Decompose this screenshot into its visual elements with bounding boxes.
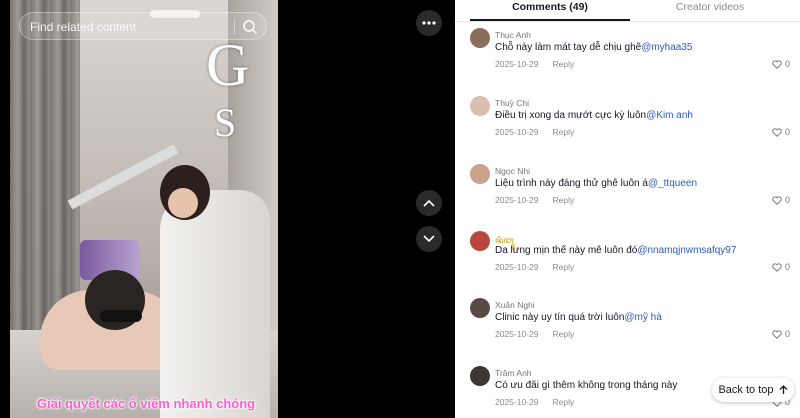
logo-letter: S [214, 100, 237, 145]
video-caption: Giải quyết các ổ viêm nhanh chóng [36, 396, 256, 411]
avatar[interactable] [470, 164, 490, 184]
heart-icon [772, 195, 782, 205]
reply-button[interactable]: Reply [552, 329, 574, 339]
comment-item: ꦤꦶꦧꦸ Da lưng mịn thế này mê luôn đó@nnam… [470, 231, 790, 295]
avatar[interactable] [470, 298, 490, 318]
back-to-top-label: Back to top [718, 384, 774, 396]
video-player[interactable]: G S [10, 0, 278, 418]
comment-text: Có ưu đãi gì thêm không trong tháng này [495, 380, 678, 391]
like-button[interactable]: 0 [772, 329, 790, 339]
comment-mention[interactable]: @myhaa35 [641, 42, 692, 53]
heart-icon [772, 127, 782, 137]
more-options-button[interactable] [416, 10, 442, 36]
comment-date: 2025-10-29 [495, 329, 539, 339]
back-to-top-button[interactable]: Back to top [712, 378, 794, 402]
comment-text: Clinic này uy tín quá trời luôn@mỹ hà [495, 312, 662, 323]
like-button[interactable]: 0 [772, 127, 790, 137]
like-count: 0 [784, 127, 790, 137]
comment-meta: 2025-10-29 Reply [495, 329, 574, 339]
tab-comments[interactable]: Comments (49) [470, 1, 630, 21]
panel-tabs: Comments (49) Creator videos [455, 0, 800, 22]
reply-button[interactable]: Reply [552, 195, 574, 205]
reply-button[interactable]: Reply [552, 397, 574, 407]
reply-button[interactable]: Reply [552, 262, 574, 272]
comment-author[interactable]: Thục Anh [495, 30, 531, 40]
like-button[interactable]: 0 [772, 262, 790, 272]
comment-mention[interactable]: @Kim anh [646, 110, 693, 121]
avatar[interactable] [470, 96, 490, 116]
avatar[interactable] [470, 366, 490, 386]
previous-video-button[interactable] [416, 190, 442, 216]
chevron-down-icon [423, 235, 435, 243]
comment-meta: 2025-10-29 Reply [495, 127, 574, 137]
comment-text: Chỗ này làm mát tay dễ chịu ghê@myhaa35 [495, 42, 693, 53]
comment-date: 2025-10-29 [495, 262, 539, 272]
comment-mention[interactable]: @mỹ hà [624, 312, 661, 323]
search-bar[interactable] [19, 12, 267, 40]
like-count: 0 [784, 329, 790, 339]
search-divider [234, 19, 235, 35]
comment-author[interactable]: Thuỳ Chi [495, 98, 529, 108]
logo-letter: G [206, 32, 250, 98]
comment-item: Thuỳ Chi Điều trị xong da mướt cực kỳ lu… [470, 96, 790, 160]
next-video-button[interactable] [416, 226, 442, 252]
more-horizontal-icon [422, 21, 436, 25]
comment-date: 2025-10-29 [495, 195, 539, 205]
comment-meta: 2025-10-29 Reply [495, 262, 574, 272]
video-scene-doctor-face [168, 188, 198, 218]
clinic-logo: G S [206, 32, 262, 196]
comment-author[interactable]: Ngọc Nhi [495, 166, 530, 176]
comments-panel: Comments (49) Creator videos Thục Anh Ch… [455, 0, 800, 418]
comment-text: Da lưng mịn thế này mê luôn đó@nnamqjnwm… [495, 245, 737, 256]
search-icon[interactable] [242, 19, 258, 35]
like-count: 0 [784, 195, 790, 205]
comment-item: Xuân Nghi Clinic này uy tín quá trời luô… [470, 298, 790, 362]
video-area[interactable]: G S Giải quyết các ổ viêm nhanh chóng [0, 0, 455, 418]
comment-mention[interactable]: @nnamqjnwmsafqy97 [637, 245, 736, 256]
comment-text: Liệu trình này đáng thử ghê luôn á@_ttqu… [495, 178, 697, 189]
chevron-up-icon [779, 385, 787, 394]
like-count: 0 [784, 59, 790, 69]
comment-date: 2025-10-29 [495, 59, 539, 69]
avatar[interactable] [470, 28, 490, 48]
comment-date: 2025-10-29 [495, 397, 539, 407]
video-scene-doctor [160, 190, 270, 418]
comment-date: 2025-10-29 [495, 127, 539, 137]
comment-meta: 2025-10-29 Reply [495, 59, 574, 69]
video-scene-glasses [100, 310, 142, 322]
comment-mention[interactable]: @_ttqueen [648, 178, 697, 189]
heart-icon [772, 262, 782, 272]
comment-text: Điều trị xong da mướt cực kỳ luôn@Kim an… [495, 110, 693, 121]
heart-icon [772, 59, 782, 69]
comment-author[interactable]: Trâm Anh [495, 368, 532, 378]
like-count: 0 [784, 262, 790, 272]
comment-item: Thục Anh Chỗ này làm mát tay dễ chịu ghê… [470, 28, 790, 92]
search-input[interactable] [30, 17, 230, 37]
comment-meta: 2025-10-29 Reply [495, 397, 574, 407]
tab-creator-videos[interactable]: Creator videos [630, 1, 790, 21]
like-button[interactable]: 0 [772, 195, 790, 205]
heart-icon [772, 329, 782, 339]
reply-button[interactable]: Reply [552, 127, 574, 137]
like-button[interactable]: 0 [772, 59, 790, 69]
comment-item: Ngọc Nhi Liệu trình này đáng thử ghê luô… [470, 164, 790, 228]
comment-author[interactable]: Xuân Nghi [495, 300, 535, 310]
chevron-up-icon [423, 199, 435, 207]
avatar[interactable] [470, 231, 490, 251]
comment-meta: 2025-10-29 Reply [495, 195, 574, 205]
reply-button[interactable]: Reply [552, 59, 574, 69]
